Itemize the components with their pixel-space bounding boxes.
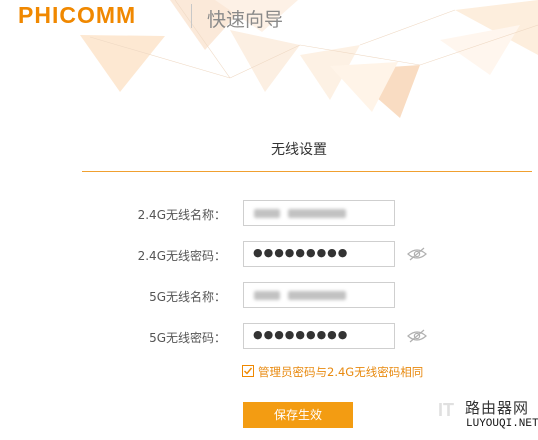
password-5g-label: 5G无线密码：: [149, 331, 226, 345]
same-password-label[interactable]: 管理员密码与2.4G无线密码相同: [258, 364, 423, 380]
watermark-it: IT: [438, 400, 454, 420]
watermark-domain: LUYOUQI.NET: [466, 418, 538, 430]
blurred-ssid-text: [254, 291, 280, 300]
show-password-5g-icon[interactable]: [407, 329, 427, 343]
header: PHICOMM 快速向导: [0, 0, 538, 36]
ssid-5g-label: 5G无线名称：: [149, 290, 226, 304]
phicomm-logo: PHICOMM: [18, 2, 137, 28]
password-5g-value: ●●●●●●●●●: [253, 328, 349, 341]
password-5g-input[interactable]: ●●●●●●●●●: [243, 323, 395, 349]
show-password-24g-icon[interactable]: [407, 247, 427, 261]
password-24g-input[interactable]: ●●●●●●●●●: [243, 241, 395, 267]
save-button[interactable]: 保存生效: [243, 402, 353, 428]
section-title: 无线设置: [271, 142, 327, 158]
header-divider: [191, 4, 192, 28]
ssid-24g-label: 2.4G无线名称：: [137, 208, 226, 222]
site-watermark: IT 路由器网 LUYOUQI.NET: [430, 396, 538, 436]
blurred-ssid-text: [288, 291, 346, 300]
blurred-ssid-text: [288, 209, 346, 218]
ssid-24g-input[interactable]: [243, 200, 395, 226]
checkmark-icon: [244, 367, 253, 375]
section-divider: [82, 171, 532, 172]
watermark-cn: 路由器网: [465, 399, 530, 417]
page-title: 快速向导: [207, 9, 284, 31]
password-24g-label: 2.4G无线密码：: [137, 249, 226, 263]
blurred-ssid-text: [254, 209, 280, 218]
same-password-checkbox[interactable]: [242, 365, 254, 377]
password-24g-value: ●●●●●●●●●: [253, 246, 349, 259]
ssid-5g-input[interactable]: [243, 282, 395, 308]
